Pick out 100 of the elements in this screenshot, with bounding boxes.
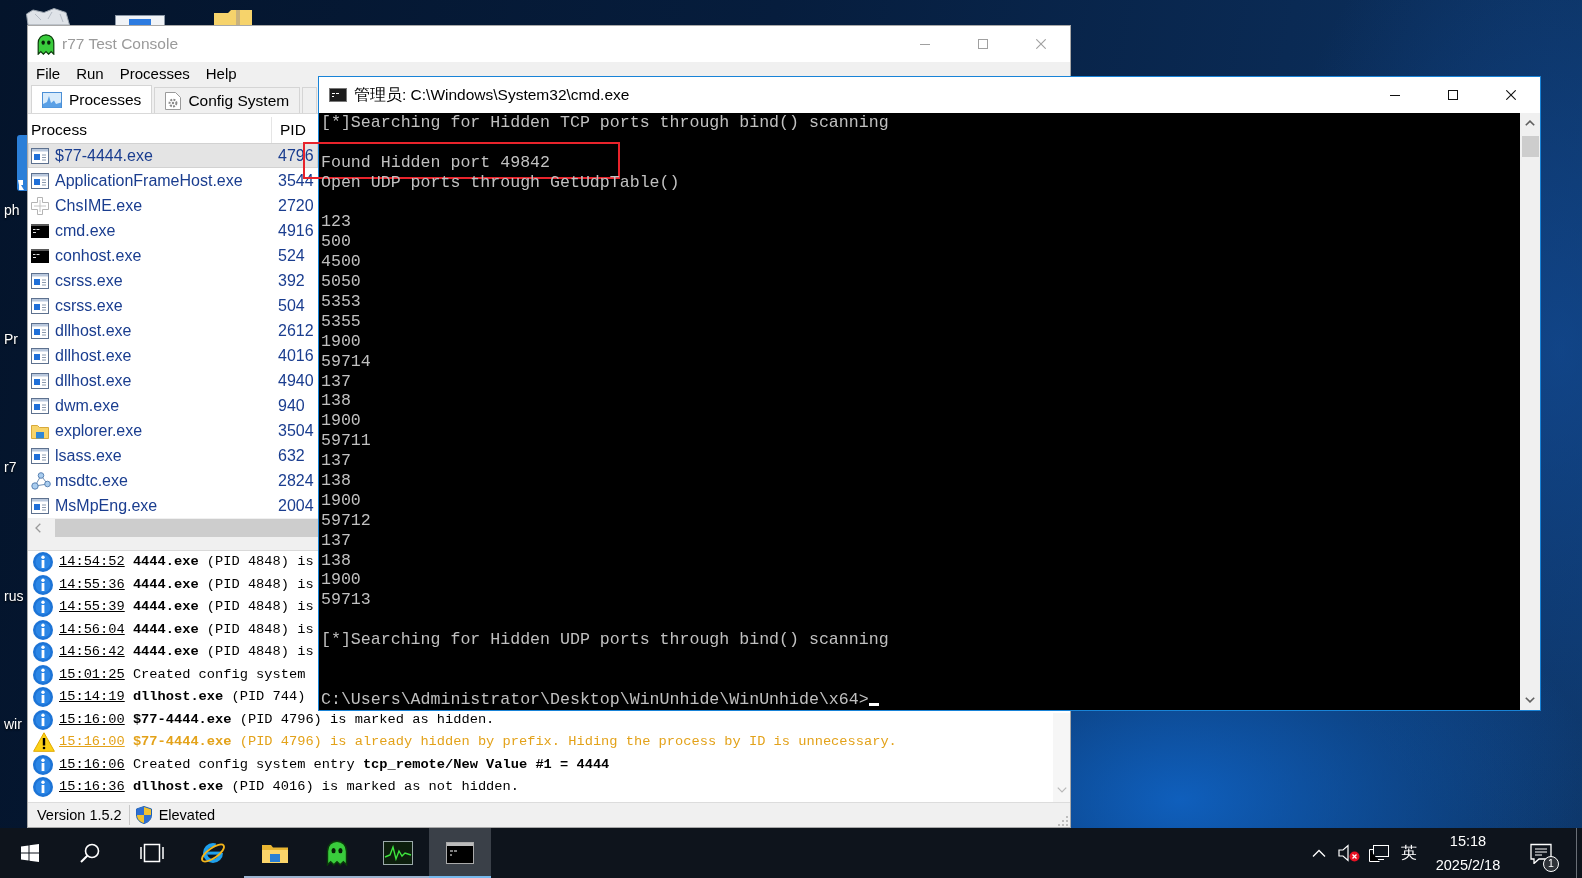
terminal-icon (329, 88, 347, 102)
terminal-icon (445, 842, 474, 864)
info-icon (33, 574, 53, 595)
taskbar-button[interactable] (429, 828, 491, 878)
console-line: 5050 (321, 272, 361, 293)
terminal-icon (31, 248, 49, 263)
log-timestamp: 14:56:04 (59, 622, 125, 637)
warning-icon (33, 732, 55, 753)
process-row[interactable]: dllhost.exe 2612 (28, 318, 318, 343)
menu-item[interactable]: Processes (111, 62, 198, 85)
console-line: 500 (321, 232, 351, 253)
process-name: MsMpEng.exe (55, 496, 158, 515)
console-line: 1900 (321, 411, 361, 432)
chevron-up-icon[interactable] (1525, 120, 1535, 126)
process-row[interactable]: cmd.exe 4916 (28, 218, 318, 243)
task-view-icon (139, 843, 164, 863)
cursor-icon (868, 703, 879, 707)
clock-date[interactable]: 2025/2/18 (1435, 853, 1501, 878)
speaker-muted-icon (1338, 844, 1360, 862)
icon-label[interactable]: wir (4, 715, 22, 734)
process-row[interactable]: dllhost.exe 4940 (28, 368, 318, 393)
vertical-scrollbar[interactable] (1053, 713, 1070, 802)
log-timestamp: 14:55:36 (59, 577, 125, 592)
recycle-bin-icon[interactable] (25, 8, 71, 25)
menu-item[interactable]: File (28, 62, 69, 85)
process-id: 4016 (277, 346, 314, 365)
process-row[interactable]: ChsIME.exe 2720 (28, 193, 318, 218)
process-row[interactable]: lsass.exe 632 (28, 443, 318, 468)
process-row[interactable]: msdtc.exe 2824 (28, 468, 318, 493)
console-line: 59711 (321, 431, 371, 452)
menu-item[interactable]: Help (197, 62, 245, 85)
icon-label[interactable]: rus (4, 586, 24, 605)
process-row[interactable]: csrss.exe 504 (28, 293, 318, 318)
scrollbar-thumb[interactable] (1521, 136, 1539, 157)
scrollbar-thumb[interactable] (55, 519, 318, 537)
process-name: ChsIME.exe (55, 196, 143, 215)
log-message: 4444.exe (PID 4848) is (132, 577, 314, 592)
console-line: [*]Searching for Hidden UDP ports through bind() scanning (321, 630, 889, 651)
chart-icon (42, 91, 62, 108)
close-icon (1506, 90, 1516, 100)
tab[interactable]: Config System (154, 87, 301, 113)
log-timestamp: 15:01:25 (59, 667, 125, 682)
process-row[interactable]: dwm.exe 940 (28, 393, 318, 418)
process-row[interactable]: ApplicationFrameHost.exe 3544 (28, 168, 318, 193)
log-message: $77-4444.exe (PID 4796) is already hidden by prefix. Hiding the process by ID is unnecessary. (132, 735, 897, 750)
chevron-left-icon[interactable] (35, 523, 41, 533)
console-line: 59713 (321, 590, 371, 611)
horizontal-scrollbar[interactable] (28, 518, 318, 538)
window-icon (31, 272, 49, 289)
info-icon (33, 754, 53, 775)
network-nodes-icon (31, 471, 51, 490)
icon-label[interactable]: ph (4, 201, 20, 219)
chevron-down-icon[interactable] (1525, 697, 1535, 703)
window-icon (31, 372, 49, 389)
console-line: [*]Searching for Hidden TCP ports through bind() scanning (321, 113, 889, 133)
console-line: 123 (321, 212, 351, 233)
console-line: 137 (321, 451, 351, 472)
process-id: 3504 (277, 421, 314, 440)
process-id: 504 (277, 296, 305, 315)
console-line: 138 (321, 550, 351, 571)
process-row[interactable]: MsMpEng.exe 2004 (28, 493, 318, 518)
console-line: 138 (321, 471, 351, 491)
version-label: Version 1.5.2 (36, 807, 123, 823)
window-icon (31, 147, 49, 164)
process-name: conhost.exe (55, 246, 142, 265)
icon-label[interactable]: Pr (4, 329, 18, 348)
resize-grip-icon[interactable] (1056, 814, 1068, 826)
console-line: 137 (321, 530, 351, 551)
process-name: csrss.exe (55, 296, 123, 315)
maximize-icon (1448, 90, 1458, 100)
process-row[interactable]: conhost.exe 524 (28, 243, 318, 268)
console-line: 1900 (321, 331, 361, 352)
log-timestamp: 15:16:00 (59, 735, 125, 750)
app-icon[interactable] (17, 135, 27, 191)
icon-label[interactable]: r7 (4, 458, 17, 477)
notifications-button[interactable]: 1 (1517, 828, 1565, 878)
menu-item[interactable]: Run (68, 62, 112, 85)
input-language-toggle[interactable]: 英 (1394, 828, 1424, 878)
process-id: 632 (277, 446, 305, 465)
process-row[interactable]: csrss.exe 392 (28, 268, 318, 293)
window-title: r77 Test Console (62, 35, 179, 53)
folder-icon (260, 842, 289, 864)
tab[interactable]: Processes (31, 85, 153, 113)
window-icon (31, 347, 49, 364)
log-timestamp: 14:56:42 (59, 645, 125, 660)
process-row[interactable]: explorer.exe 3504 (28, 418, 318, 443)
info-icon (33, 619, 53, 640)
minimize-icon (1390, 94, 1400, 96)
process-id: 940 (277, 396, 305, 415)
process-name: dllhost.exe (55, 321, 132, 340)
console-line: 137 (321, 371, 351, 392)
info-icon (33, 597, 53, 618)
graph-monitor-icon (383, 841, 414, 865)
process-name: dllhost.exe (55, 346, 132, 365)
process-row[interactable]: dllhost.exe 4016 (28, 343, 318, 368)
log-timestamp: 15:16:06 (59, 757, 125, 772)
shield-icon (135, 806, 152, 824)
folder-icon[interactable] (214, 10, 252, 25)
log-message: 4444.exe (PID 4848) is (132, 645, 314, 660)
clock-time[interactable]: 15:18 (1449, 828, 1487, 853)
